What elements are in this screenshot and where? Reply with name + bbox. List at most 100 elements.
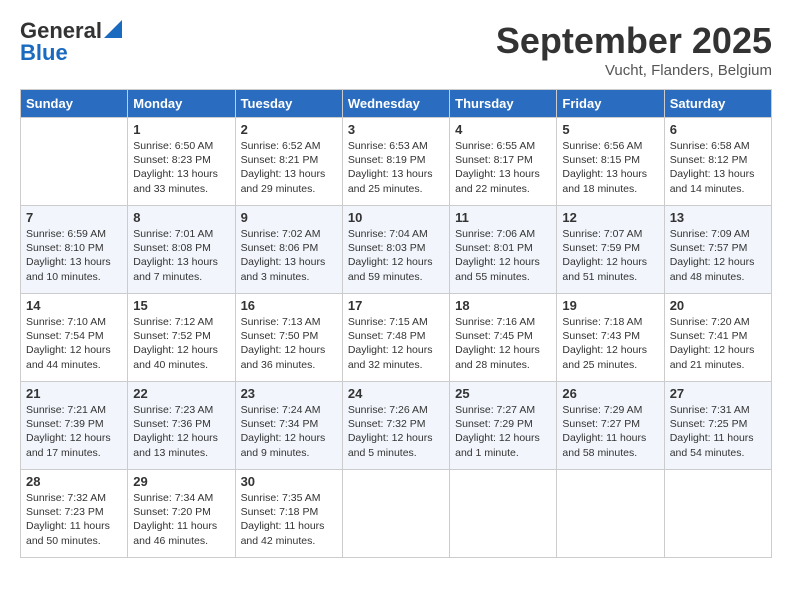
page-header: General Blue September 2025 Vucht, Fland… (20, 20, 772, 79)
day-number: 10 (348, 210, 444, 225)
day-number: 22 (133, 386, 229, 401)
calendar-week-2: 7Sunrise: 6:59 AMSunset: 8:10 PMDaylight… (21, 206, 772, 294)
calendar-cell: 15 Sunrise: 7:12 AMSunset: 7:52 PMDayligh… (128, 294, 235, 382)
day-number: 30 (241, 474, 337, 489)
calendar-cell: 11 Sunrise: 7:06 AMSunset: 8:01 PMDayligh… (450, 206, 557, 294)
weekday-tuesday: Tuesday (235, 90, 342, 118)
calendar-cell: 7Sunrise: 6:59 AMSunset: 8:10 PMDaylight… (21, 206, 128, 294)
calendar-week-3: 14Sunrise: 7:10 AMSunset: 7:54 PMDayligh… (21, 294, 772, 382)
day-info: Sunrise: 7:21 AMSunset: 7:39 PMDaylight:… (26, 403, 122, 460)
weekday-saturday: Saturday (664, 90, 771, 118)
calendar-cell: 30 Sunrise: 7:35 AMSunset: 7:18 PMDayligh… (235, 470, 342, 558)
day-info: Sunrise: 7:24 AMSunset: 7:34 PMDaylight:… (241, 403, 337, 460)
day-info: Sunrise: 6:56 AMSunset: 8:15 PMDaylight:… (562, 139, 658, 196)
day-info: Sunrise: 6:55 AMSunset: 8:17 PMDaylight:… (455, 139, 551, 196)
day-info: Sunrise: 7:15 AMSunset: 7:48 PMDaylight:… (348, 315, 444, 372)
day-info: Sunrise: 7:31 AMSunset: 7:25 PMDaylight:… (670, 403, 766, 460)
day-info: Sunrise: 7:01 AMSunset: 8:08 PMDaylight:… (133, 227, 229, 284)
day-number: 15 (133, 298, 229, 313)
day-number: 12 (562, 210, 658, 225)
day-info: Sunrise: 7:35 AMSunset: 7:18 PMDaylight:… (241, 491, 337, 548)
day-info: Sunrise: 7:26 AMSunset: 7:32 PMDaylight:… (348, 403, 444, 460)
calendar-cell: 10 Sunrise: 7:04 AMSunset: 8:03 PMDayligh… (342, 206, 449, 294)
day-info: Sunrise: 7:10 AMSunset: 7:54 PMDaylight:… (26, 315, 122, 372)
day-info: Sunrise: 7:18 AMSunset: 7:43 PMDaylight:… (562, 315, 658, 372)
day-info: Sunrise: 6:53 AMSunset: 8:19 PMDaylight:… (348, 139, 444, 196)
day-info: Sunrise: 7:02 AMSunset: 8:06 PMDaylight:… (241, 227, 337, 284)
calendar-cell: 26Sunrise: 7:29 AMSunset: 7:27 PMDayligh… (557, 382, 664, 470)
day-number: 20 (670, 298, 766, 313)
day-info: Sunrise: 7:04 AMSunset: 8:03 PMDaylight:… (348, 227, 444, 284)
day-info: Sunrise: 7:07 AMSunset: 7:59 PMDaylight:… (562, 227, 658, 284)
day-info: Sunrise: 7:27 AMSunset: 7:29 PMDaylight:… (455, 403, 551, 460)
day-number: 19 (562, 298, 658, 313)
weekday-friday: Friday (557, 90, 664, 118)
title-block: September 2025 Vucht, Flanders, Belgium (496, 20, 772, 79)
day-number: 24 (348, 386, 444, 401)
calendar-week-5: 28 Sunrise: 7:32 AMSunset: 7:23 PMDayligh… (21, 470, 772, 558)
weekday-thursday: Thursday (450, 90, 557, 118)
calendar-cell (21, 118, 128, 206)
calendar-cell: 4 Sunrise: 6:55 AMSunset: 8:17 PMDaylight… (450, 118, 557, 206)
day-number: 2 (241, 122, 337, 137)
day-number: 29 (133, 474, 229, 489)
calendar-cell: 23 Sunrise: 7:24 AMSunset: 7:34 PMDayligh… (235, 382, 342, 470)
weekday-wednesday: Wednesday (342, 90, 449, 118)
day-number: 21 (26, 386, 122, 401)
month-title: September 2025 (496, 20, 772, 62)
day-info: Sunrise: 7:16 AMSunset: 7:45 PMDaylight:… (455, 315, 551, 372)
day-number: 28 (26, 474, 122, 489)
calendar-cell: 6 Sunrise: 6:58 AMSunset: 8:12 PMDaylight… (664, 118, 771, 206)
day-number: 7 (26, 210, 122, 225)
calendar-week-1: 1Sunrise: 6:50 AMSunset: 8:23 PMDaylight… (21, 118, 772, 206)
calendar-cell: 9Sunrise: 7:02 AMSunset: 8:06 PMDaylight… (235, 206, 342, 294)
calendar-cell: 2 Sunrise: 6:52 AMSunset: 8:21 PMDaylight… (235, 118, 342, 206)
calendar-cell (342, 470, 449, 558)
calendar-cell: 5Sunrise: 6:56 AMSunset: 8:15 PMDaylight… (557, 118, 664, 206)
day-info: Sunrise: 7:20 AMSunset: 7:41 PMDaylight:… (670, 315, 766, 372)
calendar-cell: 29Sunrise: 7:34 AMSunset: 7:20 PMDayligh… (128, 470, 235, 558)
calendar-cell (664, 470, 771, 558)
calendar-cell: 28 Sunrise: 7:32 AMSunset: 7:23 PMDayligh… (21, 470, 128, 558)
weekday-sunday: Sunday (21, 90, 128, 118)
location-title: Vucht, Flanders, Belgium (496, 62, 772, 79)
calendar-body: 1Sunrise: 6:50 AMSunset: 8:23 PMDaylight… (21, 118, 772, 558)
day-info: Sunrise: 6:52 AMSunset: 8:21 PMDaylight:… (241, 139, 337, 196)
day-number: 11 (455, 210, 551, 225)
calendar-cell (557, 470, 664, 558)
calendar-cell: 1Sunrise: 6:50 AMSunset: 8:23 PMDaylight… (128, 118, 235, 206)
calendar-cell: 27 Sunrise: 7:31 AMSunset: 7:25 PMDayligh… (664, 382, 771, 470)
day-number: 8 (133, 210, 229, 225)
day-number: 27 (670, 386, 766, 401)
calendar-cell: 18 Sunrise: 7:16 AMSunset: 7:45 PMDayligh… (450, 294, 557, 382)
day-number: 17 (348, 298, 444, 313)
day-info: Sunrise: 6:58 AMSunset: 8:12 PMDaylight:… (670, 139, 766, 196)
day-info: Sunrise: 7:32 AMSunset: 7:23 PMDaylight:… (26, 491, 122, 548)
day-number: 23 (241, 386, 337, 401)
logo-blue-text: Blue (20, 42, 68, 64)
logo-icon (104, 20, 122, 38)
calendar-cell: 14Sunrise: 7:10 AMSunset: 7:54 PMDayligh… (21, 294, 128, 382)
calendar-cell: 17 Sunrise: 7:15 AMSunset: 7:48 PMDayligh… (342, 294, 449, 382)
calendar-cell: 24 Sunrise: 7:26 AMSunset: 7:32 PMDayligh… (342, 382, 449, 470)
day-number: 18 (455, 298, 551, 313)
weekday-header-row: SundayMondayTuesdayWednesdayThursdayFrid… (21, 90, 772, 118)
calendar-cell: 22 Sunrise: 7:23 AMSunset: 7:36 PMDayligh… (128, 382, 235, 470)
calendar-cell: 25 Sunrise: 7:27 AMSunset: 7:29 PMDayligh… (450, 382, 557, 470)
calendar-cell (450, 470, 557, 558)
day-number: 4 (455, 122, 551, 137)
day-number: 1 (133, 122, 229, 137)
weekday-monday: Monday (128, 90, 235, 118)
calendar-cell: 8 Sunrise: 7:01 AMSunset: 8:08 PMDaylight… (128, 206, 235, 294)
calendar-week-4: 21 Sunrise: 7:21 AMSunset: 7:39 PMDayligh… (21, 382, 772, 470)
logo: General Blue (20, 20, 122, 64)
calendar-cell: 3Sunrise: 6:53 AMSunset: 8:19 PMDaylight… (342, 118, 449, 206)
day-number: 6 (670, 122, 766, 137)
day-info: Sunrise: 7:06 AMSunset: 8:01 PMDaylight:… (455, 227, 551, 284)
day-info: Sunrise: 7:09 AMSunset: 7:57 PMDaylight:… (670, 227, 766, 284)
day-info: Sunrise: 7:23 AMSunset: 7:36 PMDaylight:… (133, 403, 229, 460)
calendar-cell: 16Sunrise: 7:13 AMSunset: 7:50 PMDayligh… (235, 294, 342, 382)
day-info: Sunrise: 7:12 AMSunset: 7:52 PMDaylight:… (133, 315, 229, 372)
calendar-table: SundayMondayTuesdayWednesdayThursdayFrid… (20, 89, 772, 558)
day-number: 25 (455, 386, 551, 401)
